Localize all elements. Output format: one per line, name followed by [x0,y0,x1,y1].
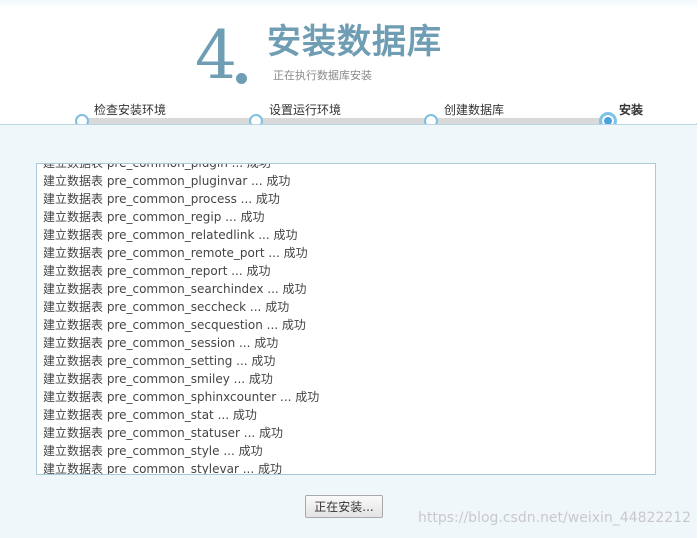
page-subtitle: 正在执行数据库安装 [273,69,372,82]
step-label-create-db: 创建数据库 [444,103,505,117]
step-label-check-env: 检查安装环境 [94,103,167,117]
step-number: 4 [195,17,237,94]
log-line: 建立数据表 pre_common_process ... 成功 [43,192,280,206]
installer-header: 4 安装数据库 正在执行数据库安装 检查安装环境 设置运行环境 创建数据库 安装 [0,0,697,130]
log-line: 建立数据表 pre_common_pluginvar ... 成功 [43,174,291,188]
log-line: 建立数据表 pre_common_style ... 成功 [43,444,263,458]
log-line: 建立数据表 pre_common_regip ... 成功 [43,210,265,224]
install-log-list: 建立数据表 pre_common_plugin ... 成功 建立数据表 pre… [43,163,320,475]
top-gradient-band [0,0,697,8]
log-line: 建立数据表 pre_common_remote_port ... 成功 [43,246,308,260]
log-line: 建立数据表 pre_common_stat ... 成功 [43,408,257,422]
log-line: 建立数据表 pre_common_report ... 成功 [43,264,271,278]
log-line: 建立数据表 pre_common_secquestion ... 成功 [43,318,306,332]
log-line: 建立数据表 pre_common_relatedlink ... 成功 [43,228,298,242]
log-line: 建立数据表 pre_common_stylevar ... 成功 [43,462,282,475]
log-line: 建立数据表 pre_common_plugin ... 成功 [43,163,271,170]
installer-window: 4 安装数据库 正在执行数据库安装 检查安装环境 设置运行环境 创建数据库 安装… [0,0,697,538]
log-line: 建立数据表 pre_common_seccheck ... 成功 [43,300,290,314]
page-title: 安装数据库 [267,22,442,62]
log-line: 建立数据表 pre_common_statuser ... 成功 [43,426,284,440]
step-label-install: 安装 [619,103,644,117]
step-label-setup-env: 设置运行环境 [269,103,342,117]
install-log-box[interactable]: 建立数据表 pre_common_plugin ... 成功 建立数据表 pre… [36,163,656,475]
log-line: 建立数据表 pre_common_searchindex ... 成功 [43,282,307,296]
log-line: 建立数据表 pre_common_setting ... 成功 [43,354,276,368]
step-number-dot [236,73,247,84]
log-line: 建立数据表 pre_common_sphinxcounter ... 成功 [43,390,320,404]
installing-button[interactable]: 正在安装... [305,495,383,518]
watermark-text: https://blog.csdn.net/weixin_44822212 [418,510,692,526]
log-line: 建立数据表 pre_common_session ... 成功 [43,336,279,350]
log-line: 建立数据表 pre_common_smiley ... 成功 [43,372,273,386]
